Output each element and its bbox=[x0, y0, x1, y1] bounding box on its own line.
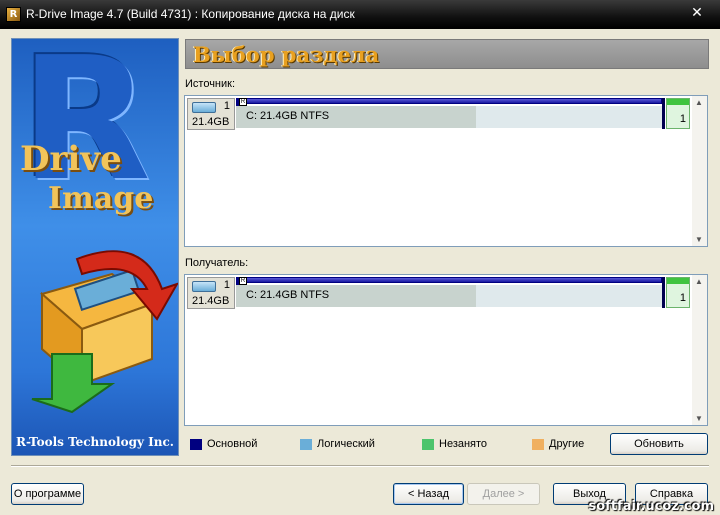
legend-swatch bbox=[422, 439, 434, 450]
source-scrollbar[interactable]: ▲ ▼ bbox=[692, 96, 707, 246]
source-partition-body: C: 21.4GB NTFS bbox=[236, 106, 662, 128]
target-disk-number: 1 bbox=[223, 279, 230, 291]
hard-disk-icon bbox=[192, 102, 216, 113]
target-label: Получатель: bbox=[185, 257, 249, 269]
source-partition[interactable]: R C: 21.4GB NTFS 1 bbox=[236, 98, 690, 130]
primary-partition-bar: R bbox=[236, 277, 662, 285]
footer-divider bbox=[11, 465, 709, 467]
legend-label: Основной bbox=[207, 438, 258, 450]
partition-flag-icon: R bbox=[239, 98, 247, 106]
source-trailing-number: 1 bbox=[679, 113, 686, 125]
source-disk-size: 21.4GB bbox=[192, 116, 230, 128]
unallocated-bar bbox=[667, 99, 689, 105]
target-partition[interactable]: R C: 21.4GB NTFS 1 bbox=[236, 277, 690, 309]
watermark-text: softfair.ucoz.com bbox=[588, 499, 715, 514]
back-button[interactable]: < Назад bbox=[393, 483, 464, 505]
scroll-up-icon[interactable]: ▲ bbox=[695, 98, 703, 107]
primary-partition-bar: R bbox=[236, 98, 662, 106]
hard-disk-icon bbox=[192, 281, 216, 292]
partition-legend: Основной Логический Незанято Другие bbox=[190, 438, 610, 452]
window-title: R-Drive Image 4.7 (Build 4731) : Копиров… bbox=[26, 7, 355, 21]
target-unallocated-block[interactable]: 1 bbox=[666, 277, 690, 308]
source-disk-row[interactable]: 1 21.4GB R C: 21.4GB NTFS 1 bbox=[187, 98, 690, 130]
source-unallocated-block[interactable]: 1 bbox=[666, 98, 690, 129]
unallocated-bar bbox=[667, 278, 689, 284]
legend-label: Другие bbox=[549, 438, 585, 450]
source-label: Источник: bbox=[185, 78, 236, 90]
scroll-down-icon[interactable]: ▼ bbox=[695, 414, 703, 423]
legend-label: Незанято bbox=[439, 438, 488, 450]
title-bar: R R-Drive Image 4.7 (Build 4731) : Копир… bbox=[0, 0, 720, 29]
legend-swatch bbox=[190, 439, 202, 450]
close-button[interactable]: ✕ bbox=[682, 3, 712, 21]
page-header: Выбор раздела bbox=[185, 39, 709, 69]
target-disk-size: 21.4GB bbox=[192, 295, 230, 307]
folder-arrow-icon bbox=[31, 250, 178, 414]
legend-swatch bbox=[300, 439, 312, 450]
scroll-up-icon[interactable]: ▲ bbox=[695, 277, 703, 286]
source-disk-icon-box[interactable]: 1 21.4GB bbox=[187, 98, 235, 130]
target-partition-label: C: 21.4GB NTFS bbox=[246, 289, 330, 301]
banner-logo-word-drive: Drive bbox=[20, 139, 122, 179]
target-trailing-number: 1 bbox=[679, 292, 686, 304]
source-disk-number: 1 bbox=[223, 100, 230, 112]
partition-separator bbox=[662, 98, 665, 129]
wizard-banner: R Drive Image R-Tools Technology Inc. bbox=[11, 38, 179, 456]
target-scrollbar[interactable]: ▲ ▼ bbox=[692, 275, 707, 425]
page-title: Выбор раздела bbox=[193, 42, 380, 67]
banner-logo-word-image: Image bbox=[48, 181, 154, 216]
scroll-down-icon[interactable]: ▼ bbox=[695, 235, 703, 244]
partition-separator bbox=[662, 277, 665, 308]
target-partition-body: C: 21.4GB NTFS bbox=[236, 285, 662, 307]
company-name: R-Tools Technology Inc. bbox=[16, 435, 174, 449]
next-button: Далее > bbox=[467, 483, 540, 505]
legend-label: Логический bbox=[317, 438, 375, 450]
source-partition-label: C: 21.4GB NTFS bbox=[246, 110, 330, 122]
target-disk-row[interactable]: 1 21.4GB R C: 21.4GB NTFS 1 bbox=[187, 277, 690, 309]
source-disk-panel: 1 21.4GB R C: 21.4GB NTFS 1 ▲ ▼ bbox=[184, 95, 708, 247]
target-disk-panel: 1 21.4GB R C: 21.4GB NTFS 1 ▲ ▼ bbox=[184, 274, 708, 426]
about-button[interactable]: О программе bbox=[11, 483, 84, 505]
partition-flag-icon: R bbox=[239, 277, 247, 285]
legend-swatch bbox=[532, 439, 544, 450]
app-icon: R bbox=[6, 7, 21, 22]
target-disk-icon-box[interactable]: 1 21.4GB bbox=[187, 277, 235, 309]
refresh-button[interactable]: Обновить bbox=[610, 433, 708, 455]
